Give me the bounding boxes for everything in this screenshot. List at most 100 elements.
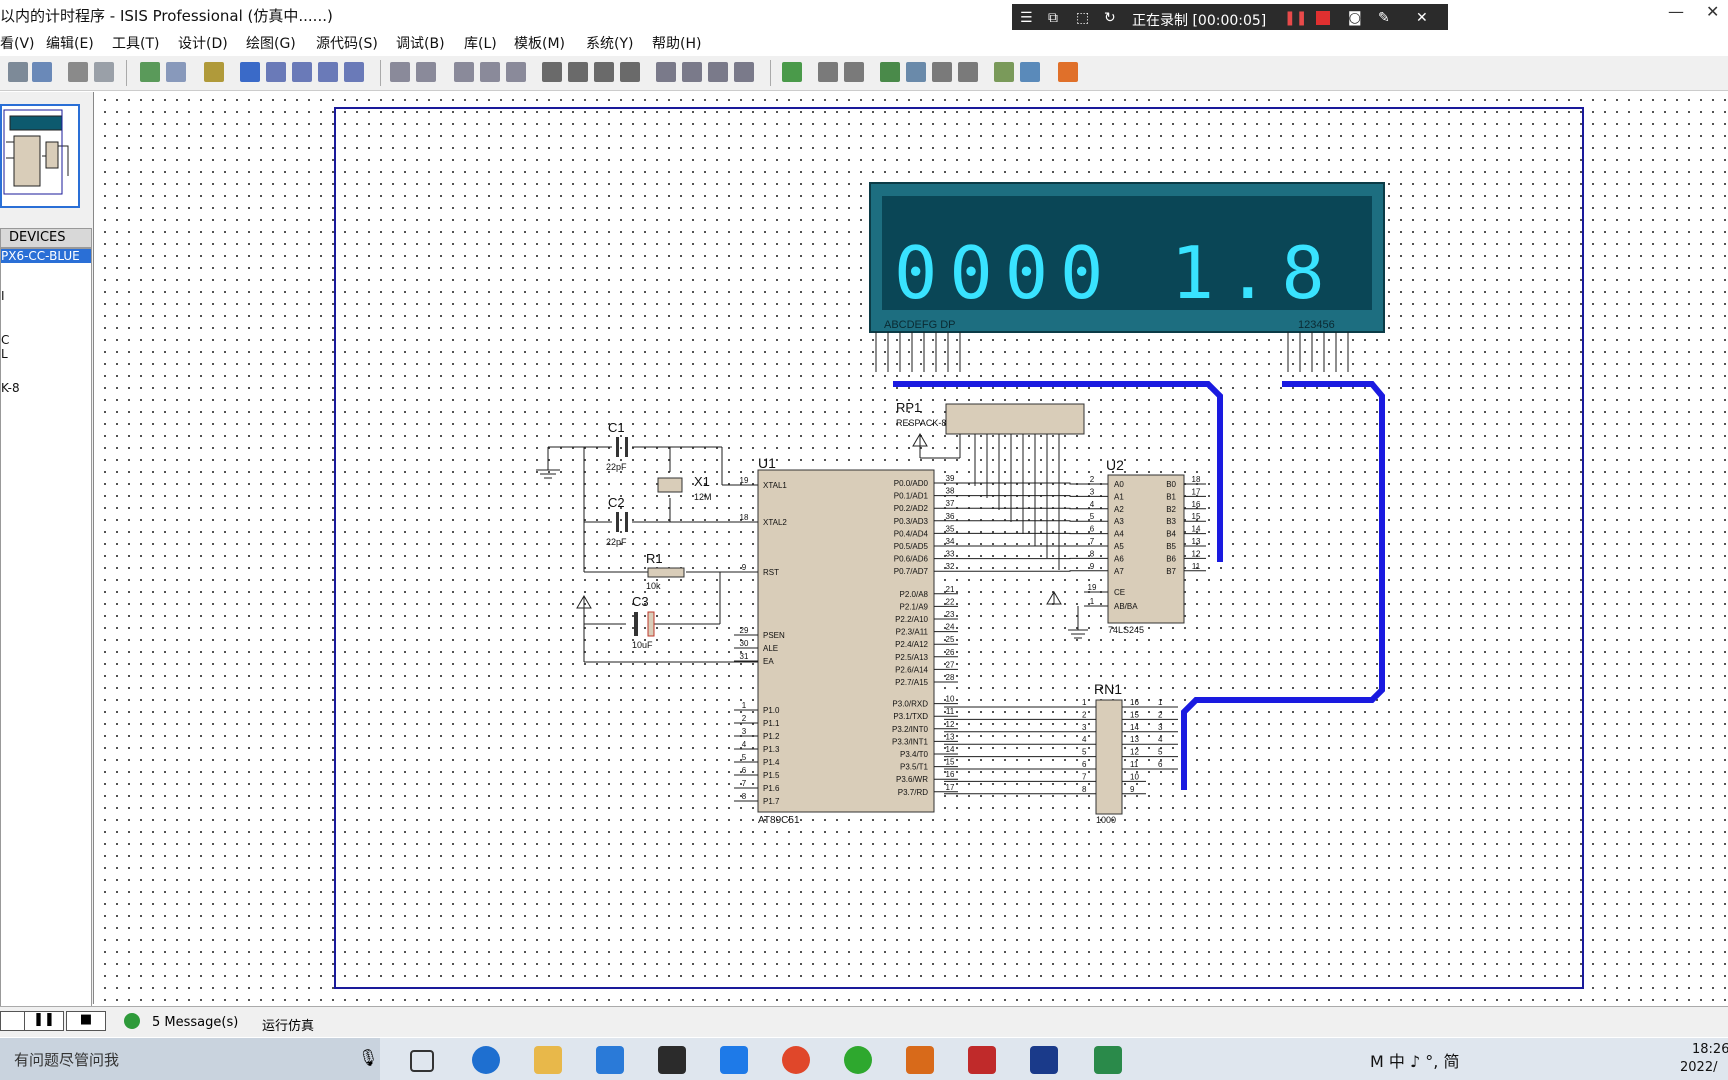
u2-part: 74LS245: [1108, 625, 1144, 635]
wire: [958, 507, 1084, 510]
pin-number: 5: [1090, 512, 1095, 521]
c2-plate-right: [625, 512, 628, 532]
rp1-body[interactable]: [945, 403, 1085, 435]
pin-name: P1.5: [763, 771, 780, 780]
messages-count[interactable]: 5 Message(s): [152, 1015, 238, 1030]
status-bar: ❚❚ ■ 5 Message(s) 运行仿真: [0, 1006, 1728, 1037]
c1-plate-left: [616, 437, 619, 457]
pin-name: PSEN: [763, 631, 785, 640]
pin-name: P0.0/AD0: [894, 479, 929, 488]
pin-name: P1.7: [763, 797, 780, 806]
keil-icon[interactable]: [1094, 1046, 1122, 1074]
pin-number: 28: [946, 673, 955, 682]
pin-number: 38: [946, 487, 955, 496]
wechat-icon[interactable]: [844, 1046, 872, 1074]
pin-name: A2: [1114, 505, 1124, 514]
c1-plate-right: [625, 437, 628, 457]
bus-label: 3: [1158, 723, 1163, 732]
pin-number: 35: [946, 524, 955, 533]
taskbar-search[interactable]: 有问题尽管问我 🎙: [0, 1038, 380, 1080]
schematic: 0000 1.8 ABCDEFG DP 123456 RP1 RESPACK-8…: [536, 182, 1385, 826]
pin-name: P3.1/TXD: [893, 712, 928, 721]
pin-name: P1.0: [763, 706, 780, 715]
pin-number: 14: [1130, 723, 1139, 732]
pin-number: 13: [1192, 537, 1201, 546]
pin-number: 4: [1090, 500, 1095, 509]
pin-number: 12: [1130, 748, 1139, 757]
x1-crystal[interactable]: [657, 477, 683, 493]
mic-icon[interactable]: 🎙: [358, 1048, 378, 1067]
pin-number: 12: [1192, 549, 1201, 558]
clock-date: 2022/: [1680, 1060, 1718, 1075]
isis-icon[interactable]: [1030, 1046, 1058, 1074]
pin-number: 12: [946, 720, 955, 729]
pin-number: 7: [742, 779, 747, 788]
store-icon[interactable]: [596, 1046, 624, 1074]
u2-label: U2: [1106, 457, 1124, 473]
pin-name: P1.6: [763, 784, 780, 793]
pin-name: A0: [1114, 480, 1124, 489]
pin-number: 34: [946, 537, 955, 546]
c2-value: 22pF: [606, 537, 627, 547]
pin-name: P1.4: [763, 758, 780, 767]
pin-number: 13: [946, 732, 955, 741]
file-explorer-icon[interactable]: [534, 1046, 562, 1074]
edge-icon[interactable]: [472, 1046, 500, 1074]
pin-name: P2.7/A15: [895, 678, 928, 687]
pause-button[interactable]: ❚❚: [24, 1011, 64, 1031]
u1-label: U1: [758, 455, 776, 471]
chrome-icon[interactable]: [782, 1046, 810, 1074]
pin-number: 2: [1090, 475, 1095, 484]
c3-plate-left: [634, 612, 638, 636]
pin-number: 14: [1192, 525, 1201, 534]
pin-number: 8: [742, 792, 747, 801]
rp1-value: RESPACK-8: [896, 418, 946, 428]
pin-name: P3.6/WR: [896, 775, 928, 784]
pin-name: ALE: [763, 644, 778, 653]
pin-number: 11: [946, 707, 955, 716]
pin-name: A1: [1114, 492, 1124, 501]
p0-bus-wires: [958, 482, 1084, 572]
bus-digits[interactable]: [1181, 381, 1385, 790]
zy-icon[interactable]: [968, 1046, 996, 1074]
pin-number: 9: [742, 563, 747, 572]
display-label-digits: 123456: [1298, 319, 1335, 331]
pin-name: B2: [1166, 505, 1176, 514]
pin-name: P1.2: [763, 732, 780, 741]
pin-number: 21: [946, 585, 955, 594]
pin-number: 39: [946, 474, 955, 483]
pin-number: 3: [742, 727, 747, 736]
app-star-icon[interactable]: [720, 1046, 748, 1074]
u1-part: AT89C51: [758, 815, 800, 826]
rn1-body[interactable]: [1095, 699, 1123, 815]
pin-number: 6: [1082, 760, 1087, 769]
pin-number: 7: [1090, 537, 1095, 546]
pin-name: B0: [1166, 480, 1176, 489]
pin-number: 5: [1082, 748, 1087, 757]
matlab-icon[interactable]: [906, 1046, 934, 1074]
pin-number: 30: [740, 639, 749, 648]
x1-value: 12M: [694, 492, 712, 502]
pin-number: 1: [1082, 698, 1087, 707]
r1-resistor[interactable]: [647, 567, 685, 578]
rp1-wires: [919, 434, 1060, 570]
pin-number: 14: [946, 745, 955, 754]
pin-name: B5: [1166, 542, 1176, 551]
bus-label: 6: [1158, 760, 1163, 769]
mail-icon[interactable]: [658, 1046, 686, 1074]
pin-number: 26: [946, 648, 955, 657]
x1-label: X1: [694, 474, 710, 489]
pin-number: 4: [742, 740, 747, 749]
tray-icons[interactable]: M 中 ♪ °, 简: [1370, 1048, 1459, 1072]
pin-name: P0.2/AD2: [894, 504, 929, 513]
pin-name: RST: [763, 568, 779, 577]
u2-ground-icon: [1068, 606, 1088, 639]
pin-name: P1.1: [763, 719, 780, 728]
pin-name: XTAL2: [763, 518, 787, 527]
pin-name: P3.3/INT1: [892, 737, 929, 746]
task-view-icon[interactable]: [410, 1050, 434, 1072]
pin-number: 3: [1090, 487, 1095, 496]
stop-button[interactable]: ■: [66, 1011, 106, 1031]
pin-number: 17: [946, 783, 955, 792]
c2-label: C2: [608, 495, 625, 510]
